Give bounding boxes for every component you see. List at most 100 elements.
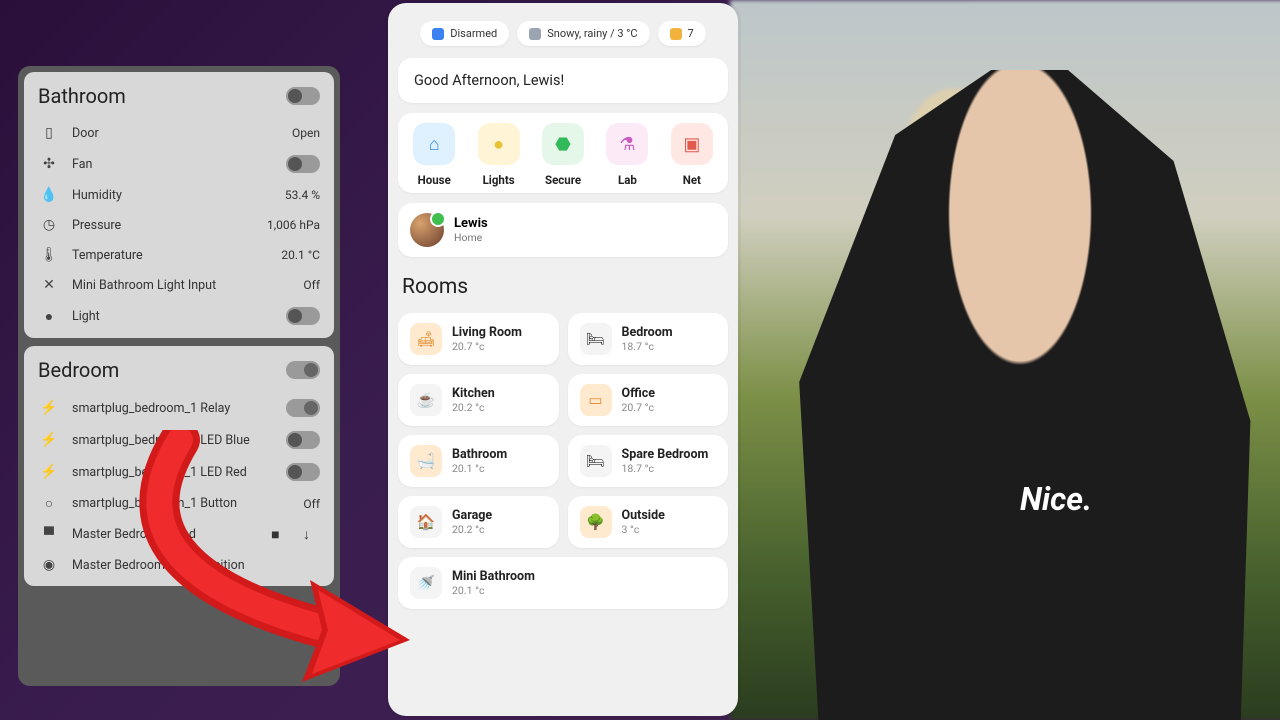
entity-row[interactable]: ✕Mini Bathroom Light InputOff — [28, 270, 330, 300]
rooms-heading: Rooms — [402, 275, 724, 299]
old-section: Bathroom▯DoorOpen✣Fan💧Humidity53.4 %◷Pre… — [24, 72, 334, 338]
entity-label: Door — [60, 126, 292, 141]
entity-value: Off — [303, 497, 320, 511]
room-card[interactable]: ▭Office20.7 °c — [568, 374, 729, 426]
flask-icon: ⚗ — [606, 123, 648, 165]
new-dashboard-phone: DisarmedSnowy, rainy / 3 °C7 Good Aftern… — [388, 3, 738, 716]
quick-tile[interactable]: ● Lights — [468, 123, 528, 187]
bulb-icon — [670, 28, 682, 40]
entity-value: Open — [292, 126, 320, 140]
entity-toggle[interactable] — [286, 307, 320, 325]
avatar — [410, 213, 444, 247]
blind-controls[interactable]: ■ ↓ — [271, 526, 320, 543]
entity-toggle[interactable] — [286, 155, 320, 173]
status-chip[interactable]: Disarmed — [420, 21, 509, 46]
room-card[interactable]: 🛁Bathroom20.1 °c — [398, 435, 559, 487]
entity-toggle[interactable] — [286, 463, 320, 481]
quick-tile[interactable]: ⬣Secure — [533, 123, 593, 187]
entity-row[interactable]: ▯DoorOpen — [28, 118, 330, 148]
rooms-grid: 🛋Living Room20.7 °c🛏Bedroom18.7 °c☕Kitch… — [398, 313, 728, 609]
room-name: Garage — [452, 508, 492, 523]
quick-tiles-card: ⌂House ● Lights ⬣Secure⚗Lab▣Net — [398, 113, 728, 193]
entity-label: Master Bedroom Blind Position — [60, 558, 320, 573]
blind-icon: ▀ — [38, 526, 60, 543]
door-icon: ▯ — [38, 125, 60, 141]
entity-label: Master Bedroom Blind — [60, 527, 271, 542]
quick-tile[interactable]: ▣Net — [662, 123, 722, 187]
room-icon: 🛋 — [410, 323, 442, 355]
room-icon: 🛏 — [580, 323, 612, 355]
entity-label: Fan — [60, 157, 286, 172]
status-chip[interactable]: Snowy, rainy / 3 °C — [517, 21, 649, 46]
chip-label: Snowy, rainy / 3 °C — [547, 27, 637, 40]
temperature-icon: 🌡 — [38, 247, 60, 263]
section-toggle[interactable] — [286, 361, 320, 379]
room-name: Spare Bedroom — [622, 447, 709, 462]
room-icon: 🌳 — [580, 506, 612, 538]
shield-icon: ⬣ — [542, 123, 584, 165]
section-toggle[interactable] — [286, 87, 320, 105]
room-name: Mini Bathroom — [452, 569, 535, 584]
entity-label: smartplug_bedroom_1 LED Blue — [60, 433, 286, 448]
room-card[interactable]: 🛏Bedroom18.7 °c — [568, 313, 729, 365]
input-off-icon: ✕ — [38, 277, 60, 293]
entity-row[interactable]: ●Light — [28, 300, 330, 332]
room-temp: 20.1 °c — [452, 462, 507, 475]
humidity-icon: 💧 — [38, 187, 60, 203]
status-chip-row: Disarmed Snowy, rainy / 3 °C 7 — [398, 21, 728, 46]
entity-value: Off — [303, 278, 320, 292]
room-name: Outside — [622, 508, 665, 523]
entity-row[interactable]: ⚡smartplug_bedroom_1 LED Blue — [28, 424, 330, 456]
entity-row[interactable]: ◉Master Bedroom Blind Position — [28, 550, 330, 580]
room-name: Bedroom — [622, 325, 673, 340]
quick-tile[interactable]: ⌂House — [404, 123, 464, 187]
room-card[interactable]: 🌳Outside3 °c — [568, 496, 729, 548]
entity-value: 1,006 hPa — [267, 218, 320, 232]
section-title: Bathroom — [38, 84, 126, 108]
old-dashboard-panel: Bathroom▯DoorOpen✣Fan💧Humidity53.4 %◷Pre… — [18, 66, 340, 686]
weather-icon — [529, 28, 541, 40]
pressure-icon: ◷ — [38, 217, 60, 233]
room-temp: 20.2 °c — [452, 523, 492, 536]
room-card[interactable]: 🛏Spare Bedroom18.7 °c — [568, 435, 729, 487]
entity-label: Humidity — [60, 188, 285, 203]
entity-row[interactable]: ◷Pressure1,006 hPa — [28, 210, 330, 240]
section-title: Bedroom — [38, 358, 119, 382]
room-name: Office — [622, 386, 656, 401]
tile-label: Lights — [468, 173, 528, 187]
room-name: Kitchen — [452, 386, 495, 401]
bulb-icon: ● — [478, 123, 520, 165]
status-chip[interactable]: 7 — [658, 21, 706, 46]
tile-label: House — [404, 173, 464, 187]
room-icon: ▭ — [580, 384, 612, 416]
entity-toggle[interactable] — [286, 399, 320, 417]
entity-label: Light — [60, 309, 286, 324]
entity-label: Temperature — [60, 248, 281, 263]
entity-toggle[interactable] — [286, 431, 320, 449]
entity-row[interactable]: 🌡Temperature20.1 °C — [28, 240, 330, 270]
quick-tile[interactable]: ⚗Lab — [597, 123, 657, 187]
plug-icon: ⚡ — [38, 464, 60, 480]
room-icon: 🛏 — [580, 445, 612, 477]
entity-row[interactable]: ⚡smartplug_bedroom_1 Relay — [28, 392, 330, 424]
chip-label: 7 — [688, 27, 694, 40]
entity-row[interactable]: ▀Master Bedroom Blind■ ↓ — [28, 519, 330, 550]
entity-row[interactable]: ⚡smartplug_bedroom_1 LED Red — [28, 456, 330, 488]
entity-row[interactable]: ✣Fan — [28, 148, 330, 180]
entity-label: smartplug_bedroom_1 Button — [60, 496, 303, 511]
room-icon: 🏠 — [410, 506, 442, 538]
plug-icon: ⚡ — [38, 432, 60, 448]
room-card[interactable]: 🏠 Garage20.2 °c — [398, 496, 559, 548]
entity-row[interactable]: ○smartplug_bedroom_1 ButtonOff — [28, 488, 330, 519]
room-card[interactable]: ☕Kitchen20.2 °c — [398, 374, 559, 426]
old-section: Bedroom⚡smartplug_bedroom_1 Relay⚡smartp… — [24, 346, 334, 586]
entity-row[interactable]: 💧Humidity53.4 % — [28, 180, 330, 210]
user-presence-card[interactable]: Lewis Home — [398, 203, 728, 257]
room-temp: 20.1 °c — [452, 584, 535, 597]
room-card[interactable]: 🚿 Mini Bathroom20.1 °c — [398, 557, 728, 609]
entity-value: 20.1 °C — [281, 248, 320, 262]
light-icon: ● — [38, 308, 60, 325]
room-icon: 🚿 — [410, 567, 442, 599]
room-card[interactable]: 🛋Living Room20.7 °c — [398, 313, 559, 365]
room-temp: 20.7 °c — [452, 340, 522, 353]
